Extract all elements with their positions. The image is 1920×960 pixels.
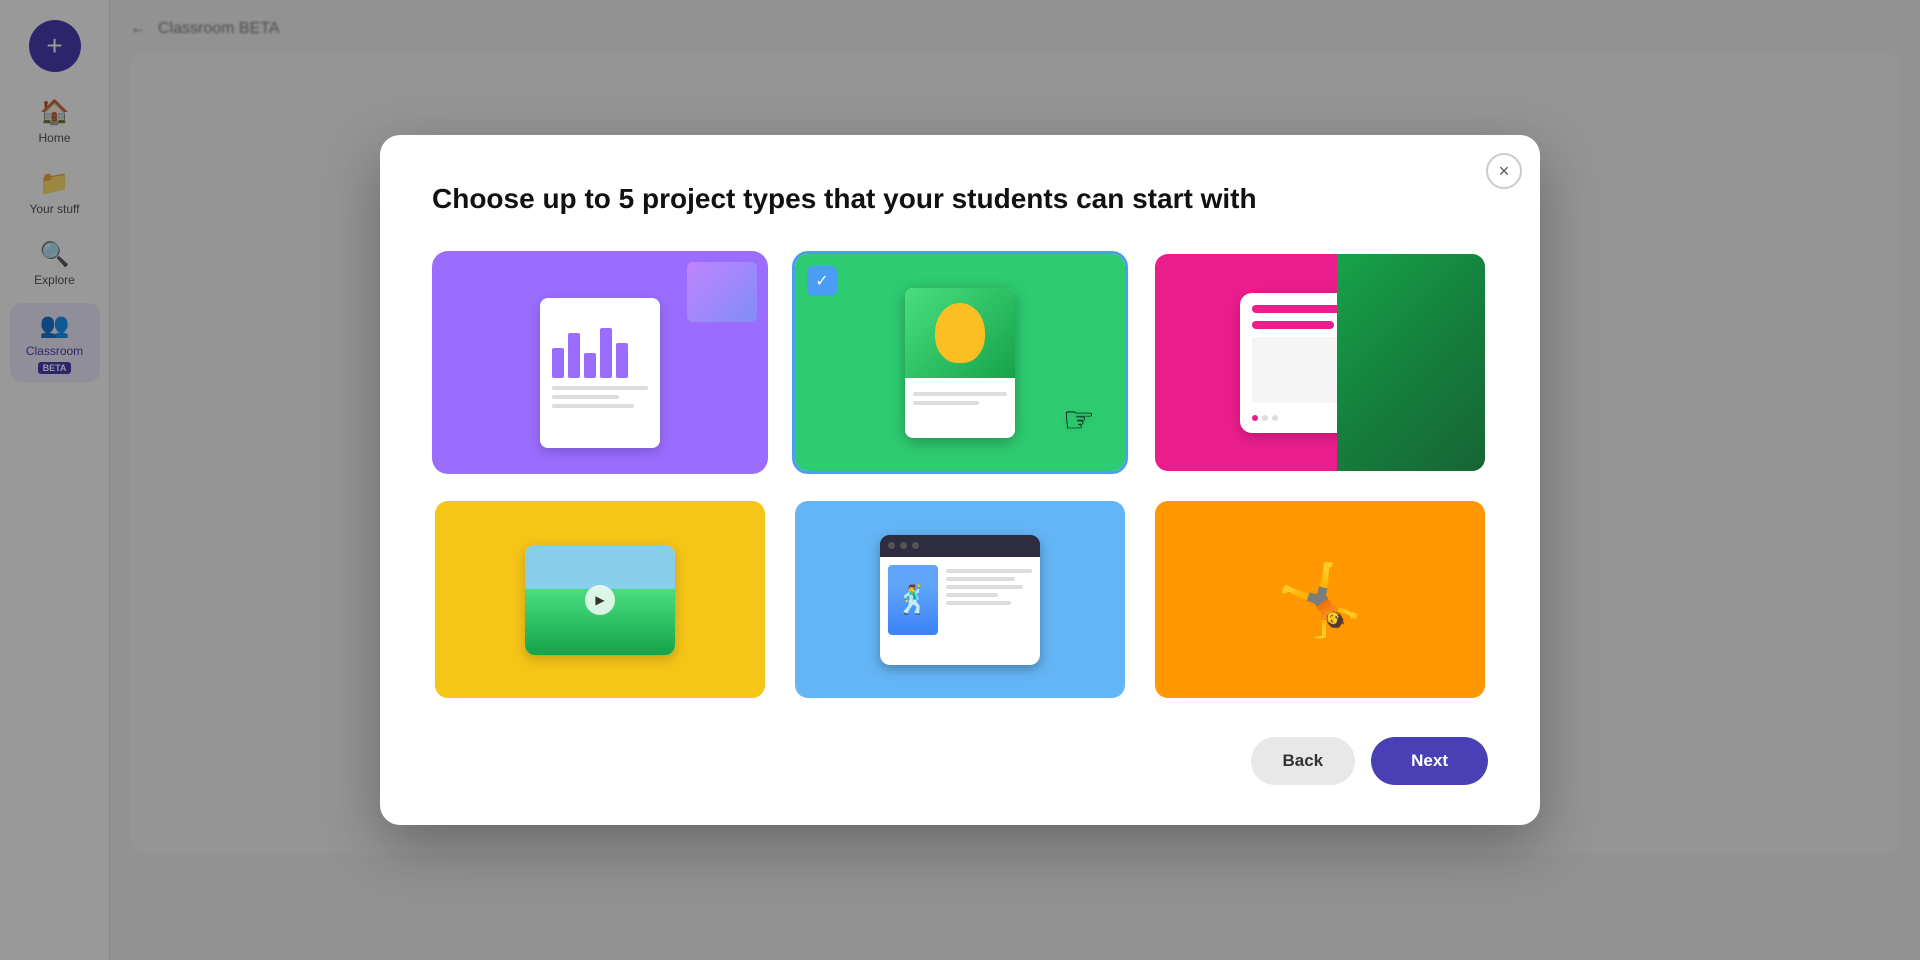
- poster-image-top: [905, 288, 1015, 378]
- modal-title: Choose up to 5 project types that your s…: [432, 183, 1488, 215]
- cursor-hand-icon: ☞: [1063, 399, 1095, 441]
- bar-3: [584, 353, 596, 378]
- check-badge-poster: ✓: [807, 266, 837, 296]
- dancer-icon: 🕺: [896, 583, 931, 616]
- card-image-video: ▶: [435, 501, 765, 698]
- line-2: [552, 395, 619, 399]
- browser-text-lines: [946, 565, 1032, 657]
- dot-2: [1262, 415, 1268, 421]
- card-footer-presentation: Presentation 1080 x 1920px: [1155, 471, 1485, 474]
- poster-line-2: [913, 401, 979, 405]
- browser-figure: 🕺: [888, 565, 938, 635]
- browser-mockup: 🕺: [880, 535, 1040, 665]
- project-card-poster[interactable]: ✓ ☞ Poster 11: [792, 251, 1128, 474]
- browser-bar: [880, 535, 1040, 557]
- video-screen: ▶: [525, 545, 675, 655]
- bar-2: [568, 333, 580, 378]
- close-icon: ×: [1499, 161, 1510, 182]
- back-button[interactable]: Back: [1251, 737, 1356, 785]
- drawing-character: 🤸: [1276, 565, 1363, 635]
- dot-3: [1272, 415, 1278, 421]
- card-footer-drawing: Drawing 2000 x 2000px: [1155, 698, 1485, 701]
- line-1: [552, 386, 648, 390]
- card-image-drawing: 🤸: [1155, 501, 1485, 698]
- btext-3: [946, 585, 1023, 589]
- play-button-icon: ▶: [585, 585, 615, 615]
- face-decoration: [935, 303, 985, 363]
- line-3: [552, 404, 634, 408]
- btext-1: [946, 569, 1032, 573]
- modal-footer: Back Next: [432, 737, 1488, 785]
- btext-4: [946, 593, 998, 597]
- modal-overlay: × Choose up to 5 project types that your…: [0, 0, 1920, 960]
- project-card-drawing[interactable]: 🤸 Drawing 2000 x 2000px: [1152, 498, 1488, 701]
- bar-4: [600, 328, 612, 378]
- card-image-poster: ☞: [795, 254, 1125, 471]
- slide-line-2: [1252, 321, 1334, 329]
- bar-1: [552, 348, 564, 378]
- card-footer-video: Video 1080 x 1920px: [435, 698, 765, 701]
- project-grid: Infographic 8.5" x 20" ✓: [432, 251, 1488, 701]
- project-card-webpage[interactable]: 🕺 Webpage: [792, 498, 1128, 701]
- video-landscape: ▶: [525, 545, 675, 655]
- bar-5: [616, 343, 628, 378]
- card-footer-infographic: Infographic 8.5" x 20": [435, 471, 765, 474]
- card-image-presentation: [1155, 254, 1485, 471]
- dot-1: [1252, 415, 1258, 421]
- browser-dot-2: [900, 542, 907, 549]
- poster-line-1: [913, 392, 1007, 396]
- browser-dot-3: [912, 542, 919, 549]
- project-card-video[interactable]: ▶ Video 1080 x 1920px: [432, 498, 768, 701]
- project-card-infographic[interactable]: Infographic 8.5" x 20": [432, 251, 768, 474]
- browser-content: 🕺: [880, 557, 1040, 665]
- jungle-decoration: [1337, 254, 1486, 471]
- city-3d-decoration: [687, 262, 757, 322]
- project-card-presentation[interactable]: Presentation 1080 x 1920px: [1152, 251, 1488, 474]
- browser-dot-1: [888, 542, 895, 549]
- btext-5: [946, 601, 1011, 605]
- close-button[interactable]: ×: [1486, 153, 1522, 189]
- card-footer-webpage: Webpage Size of browser: [795, 698, 1125, 701]
- card-image-webpage: 🕺: [795, 501, 1125, 698]
- bar-chart: [552, 318, 648, 378]
- poster-lines: [905, 378, 1015, 411]
- document-mockup: [540, 298, 660, 448]
- next-button[interactable]: Next: [1371, 737, 1488, 785]
- btext-2: [946, 577, 1015, 581]
- poster-document: [905, 288, 1015, 438]
- card-footer-poster: Poster 11" x 17": [795, 471, 1125, 474]
- card-image-infographic: [435, 254, 765, 471]
- modal-dialog: × Choose up to 5 project types that your…: [380, 135, 1540, 825]
